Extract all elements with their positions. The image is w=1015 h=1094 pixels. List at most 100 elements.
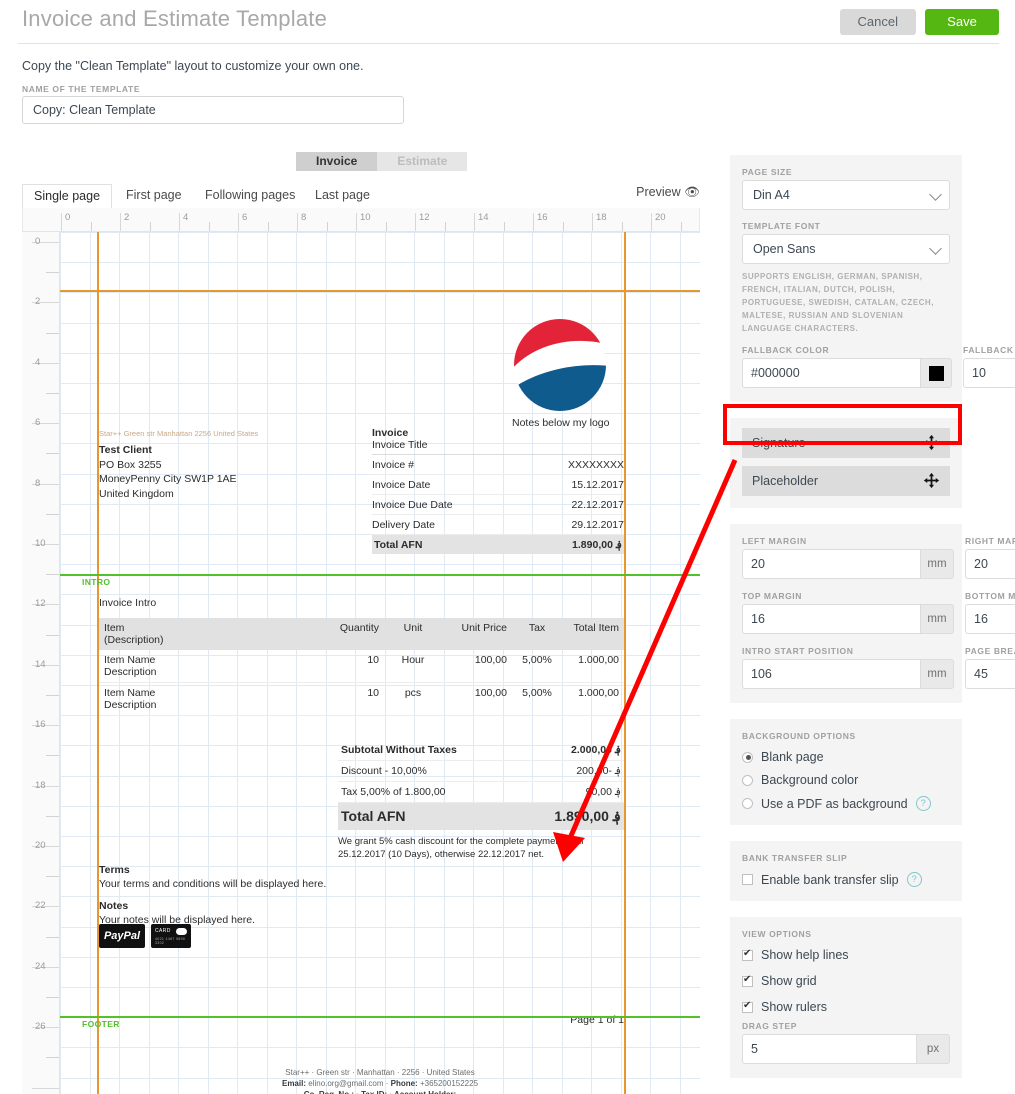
block-placeholder[interactable]: Placeholder	[742, 466, 950, 496]
preview-toggle[interactable]: Preview 👁	[636, 185, 700, 200]
drag-step-input[interactable]	[742, 1034, 916, 1064]
fallback-font-size-input[interactable]	[963, 358, 1015, 388]
ruler-tick	[621, 222, 623, 231]
cancel-button[interactable]: Cancel	[839, 9, 916, 35]
ruler-label: 16	[537, 212, 548, 223]
left-margin-input[interactable]	[742, 549, 920, 579]
cell-item-name: Item Name	[104, 654, 156, 666]
top-margin-unit: mm	[920, 604, 954, 634]
cell-tax: 5,00%	[512, 650, 562, 683]
top-margin-input[interactable]	[742, 604, 920, 634]
left-margin-label: LEFT MARGIN	[742, 536, 807, 546]
intro-start-input[interactable]	[742, 659, 920, 689]
color-swatch-button[interactable]	[920, 358, 952, 388]
horizontal-ruler[interactable]: 0 2 4 6 8 10 12 14 16 18 20	[22, 208, 700, 232]
help-icon[interactable]: ?	[915, 796, 931, 811]
ruler-tick	[503, 222, 505, 231]
radio-icon[interactable]	[742, 798, 753, 809]
ruler-tick	[680, 222, 682, 231]
help-icon[interactable]: ?	[906, 872, 922, 887]
ruler-tick	[46, 876, 59, 878]
meta-total-value: 1.890,00 ؋	[572, 538, 622, 551]
margins-row-3: INTRO START POSITION mm PAGE BREAK mm	[742, 646, 1015, 689]
checkbox-show-help-lines[interactable]: Show help lines	[742, 948, 950, 962]
ruler-tick	[326, 222, 328, 231]
bottom-margin-input[interactable]	[965, 604, 1015, 634]
guide-intro-start	[60, 574, 700, 576]
bottom-margin-field: mm	[965, 604, 1015, 634]
radio-pdf-background[interactable]: Use a PDF as background ?	[742, 796, 950, 811]
ruler-label: 16	[35, 719, 46, 731]
right-margin-input[interactable]	[965, 549, 1015, 579]
tab-last-page[interactable]: Last page	[304, 184, 381, 208]
footer-phone-label: Phone:	[390, 1079, 418, 1088]
top-margin-group: TOP MARGIN mm	[742, 591, 954, 634]
tab-first-page[interactable]: First page	[115, 184, 193, 208]
sender-address-line: Star++ Green str Manhattan 2256 United S…	[99, 429, 259, 438]
ruler-label: 2	[124, 212, 130, 223]
tab-invoice[interactable]: Invoice	[296, 152, 378, 171]
checkbox-icon[interactable]	[742, 874, 753, 885]
ruler-label: 4	[183, 212, 189, 223]
left-margin-field: mm	[742, 549, 954, 579]
fallback-color-input[interactable]	[742, 358, 920, 388]
template-font-select[interactable]: Open Sans	[742, 234, 950, 264]
bottom-margin-label: BOTTOM MARGIN	[965, 591, 1015, 601]
page-size-select[interactable]: Din A4	[742, 180, 950, 210]
vertical-ruler[interactable]: 0 2 4 6 8 10 12 14 16 18 20 22 24 26	[22, 232, 60, 1094]
meta-value: XXXXXXXX	[567, 458, 624, 471]
cell-tax: 5,00%	[512, 682, 562, 716]
invoice-meta-title: Invoice	[372, 427, 409, 439]
template-name-input[interactable]	[22, 96, 404, 124]
cell-item: Item Name Description	[99, 682, 314, 716]
tab-following-pages[interactable]: Following pages	[194, 184, 306, 208]
checkbox-icon[interactable]	[742, 1000, 753, 1013]
fallback-color-label: FALLBACK COLOR	[742, 345, 830, 355]
ruler-tick	[444, 222, 446, 231]
totals-label: Discount - 10,00%	[341, 765, 427, 777]
save-button[interactable]: Save	[925, 9, 999, 35]
color-swatch	[928, 365, 944, 381]
totals-row-tax: Tax 5,00% of 1.800,00 90,00 ؋	[338, 782, 624, 803]
th-item-l2: (Description)	[104, 634, 164, 646]
checkbox-icon[interactable]	[742, 948, 753, 961]
ruler-label: 12	[419, 212, 430, 223]
company-logo[interactable]	[510, 317, 610, 413]
ruler-label: 18	[596, 212, 607, 223]
block-signature[interactable]: Signature	[742, 428, 950, 458]
page-tabs: Single page First page Following pages L…	[22, 184, 700, 208]
checkbox-enable-bank-slip-label: Enable bank transfer slip	[761, 872, 899, 887]
document-footer: Star++ · Green str · Manhattan · 2256 · …	[60, 1067, 700, 1094]
page-canvas[interactable]: INTRO FOOTER Notes below my logo Star++ …	[60, 232, 700, 1094]
checkbox-icon[interactable]	[742, 974, 753, 987]
checkbox-show-rulers[interactable]: Show rulers	[742, 1000, 950, 1014]
radio-icon[interactable]	[742, 751, 753, 763]
tab-estimate[interactable]: Estimate	[377, 152, 468, 171]
radio-icon[interactable]	[742, 774, 753, 786]
tab-single-page[interactable]: Single page	[22, 184, 113, 208]
checkbox-show-grid[interactable]: Show grid	[742, 974, 950, 988]
radio-blank-page[interactable]: Blank page	[742, 750, 950, 764]
cell-total: 1.000,00	[562, 650, 624, 683]
move-handle-icon[interactable]	[923, 472, 940, 489]
view-options-label: VIEW OPTIONS	[742, 929, 812, 939]
invoice-meta-block: Invoice Invoice Title Invoice # XXXXXXXX…	[372, 427, 624, 554]
ruler-tick	[149, 222, 151, 231]
totals-row-discount: Discount - 10,00% 200,00- ؋	[338, 761, 624, 782]
radio-background-color-label: Background color	[761, 773, 859, 787]
eye-icon: 👁	[684, 185, 700, 199]
cell-item-desc: Description	[104, 666, 157, 678]
checkbox-enable-bank-slip[interactable]: Enable bank transfer slip ?	[742, 872, 950, 887]
bank-transfer-slip-card: BANK TRANSFER SLIP Enable bank transfer …	[730, 841, 962, 901]
move-handle-icon[interactable]	[923, 434, 940, 451]
drag-step-field: px	[742, 1034, 950, 1064]
radio-pdf-background-label: Use a PDF as background	[761, 796, 908, 811]
radio-background-color[interactable]: Background color	[742, 773, 950, 787]
meta-label: Invoice #	[372, 458, 415, 471]
blocks-card: Signature Placeholder	[730, 418, 962, 508]
cell-item-desc: Description	[104, 699, 157, 711]
ruler-label: 14	[35, 658, 46, 670]
cell-quantity: 10	[314, 682, 384, 716]
page-break-input[interactable]	[965, 659, 1015, 689]
font-support-note: SUPPORTS ENGLISH, GERMAN, SPANISH, FRENC…	[742, 272, 934, 333]
